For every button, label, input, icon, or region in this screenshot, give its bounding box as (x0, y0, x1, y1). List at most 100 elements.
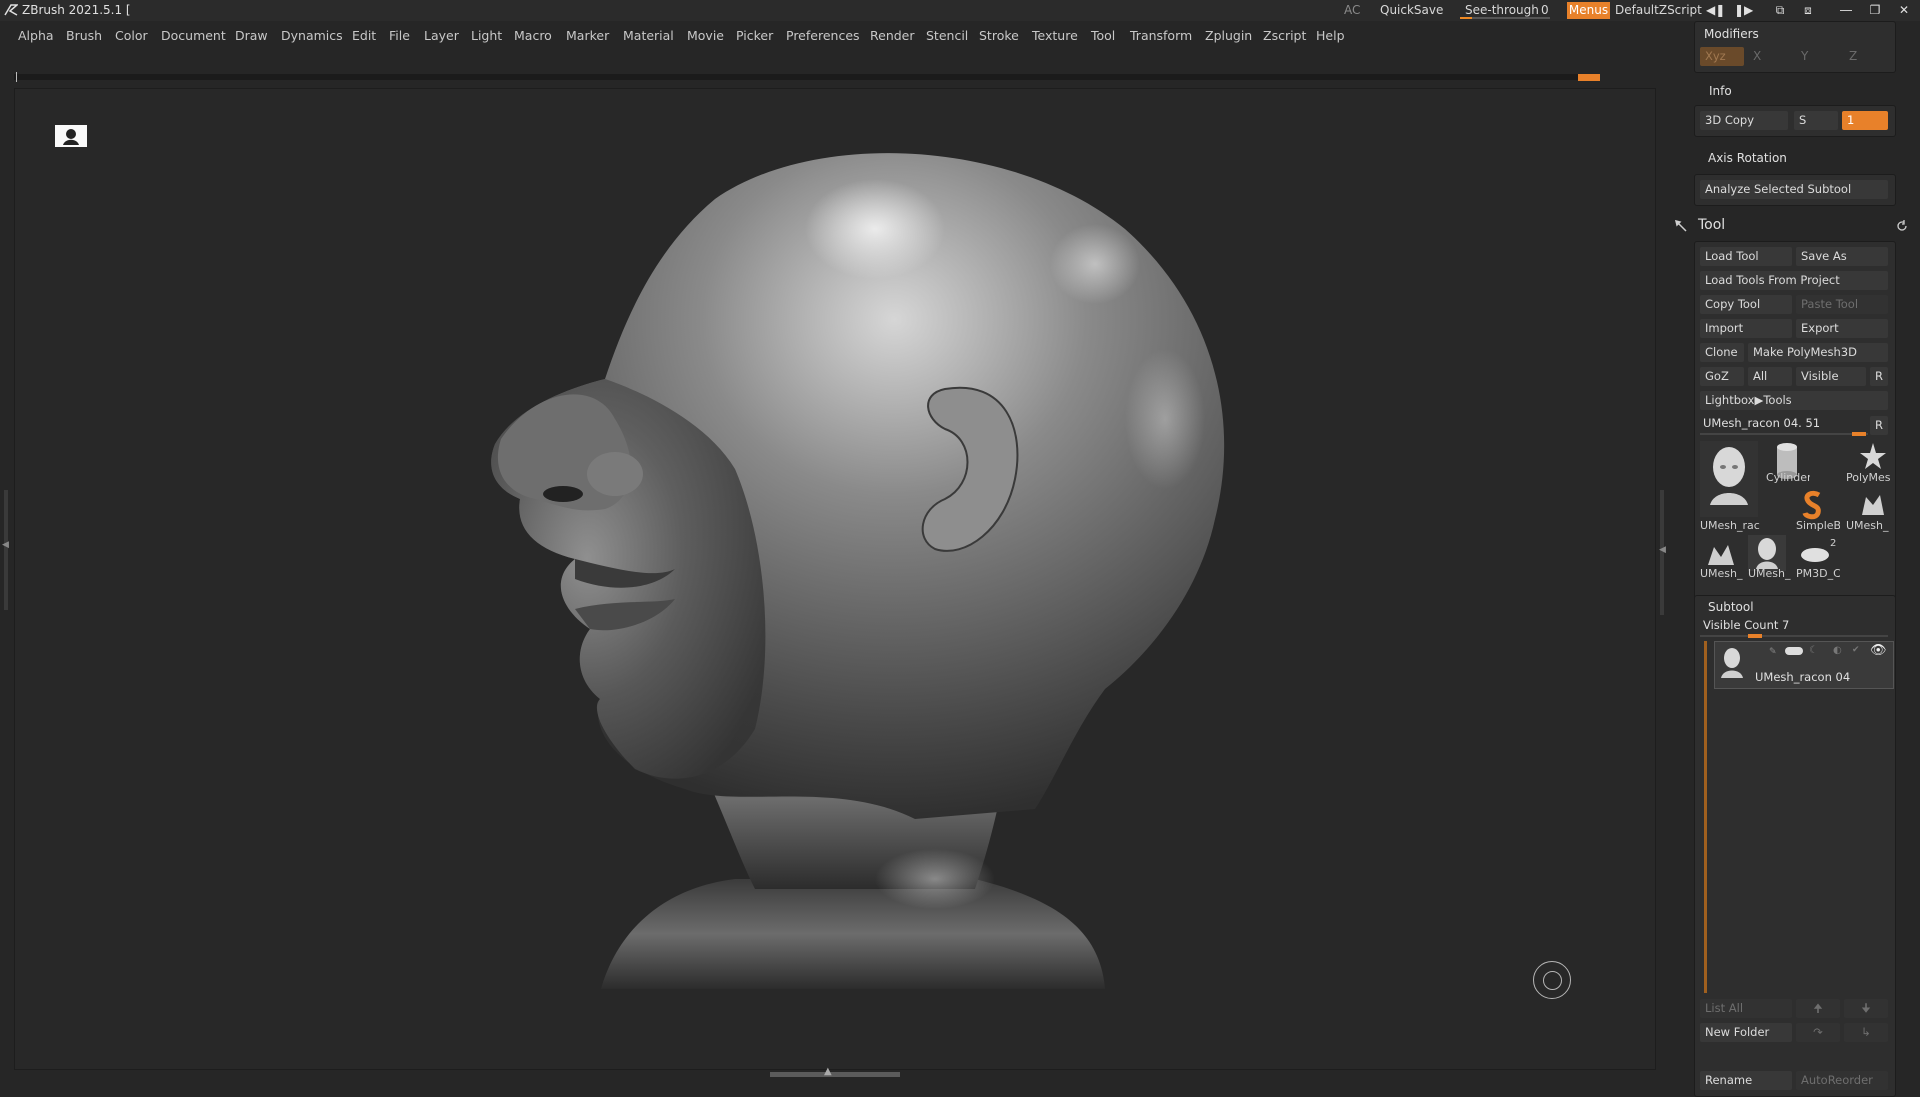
move-up-icon[interactable]: 🠉 (1796, 999, 1840, 1018)
import-button[interactable]: Import (1700, 319, 1792, 338)
menu-picker[interactable]: Picker (736, 28, 773, 43)
tool-slider-knob[interactable] (1852, 432, 1866, 436)
tool-thumb-umesh-c[interactable] (1748, 535, 1786, 571)
copy-tool-button[interactable]: Copy Tool (1700, 295, 1792, 314)
tool-title[interactable]: Tool (1698, 217, 1725, 233)
new-folder-button[interactable]: New Folder (1700, 1023, 1792, 1042)
subtool-pen-icon[interactable]: ✎ (1769, 647, 1777, 657)
perspective-camera-icon[interactable] (55, 125, 87, 147)
menu-draw[interactable]: Draw (235, 28, 268, 43)
goz-visible-button[interactable]: Visible (1796, 367, 1866, 386)
navigation-gizmo-icon[interactable] (1533, 961, 1571, 999)
goz-all-button[interactable]: All (1748, 367, 1792, 386)
document-canvas[interactable] (14, 88, 1656, 1070)
menu-dynamics[interactable]: Dynamics (281, 28, 343, 43)
ac-button[interactable]: AC (1344, 3, 1360, 17)
folder-out-icon[interactable]: ↳ (1844, 1023, 1888, 1042)
menus-button[interactable]: Menus (1567, 2, 1610, 19)
timeline-track[interactable] (14, 74, 1600, 80)
menu-layer[interactable]: Layer (424, 28, 459, 43)
subtool-brush-icon[interactable]: ✔ (1852, 645, 1860, 655)
bottom-tray-arrow-icon[interactable]: ▲ (824, 1066, 832, 1077)
umesh-thumbnail-icon-b[interactable] (1704, 539, 1738, 569)
subtool-scrollbar[interactable] (1704, 641, 1707, 993)
see-through-slider[interactable] (1460, 17, 1550, 19)
subtool-eye-icon[interactable]: 👁 (1870, 643, 1887, 658)
current-tool-label[interactable]: UMesh_racon 04. 51 (1703, 416, 1820, 430)
3d-copy-value-field[interactable]: 1 (1842, 111, 1888, 130)
goz-button[interactable]: GoZ (1700, 367, 1744, 386)
menu-stencil[interactable]: Stencil (926, 28, 968, 43)
x-toggle[interactable]: X (1753, 49, 1761, 63)
z-toggle[interactable]: Z (1849, 49, 1857, 63)
menu-movie[interactable]: Movie (687, 28, 724, 43)
left-tray-arrow-icon[interactable]: ◀ (2, 540, 9, 550)
autoreorder-button[interactable]: AutoReorder (1796, 1071, 1888, 1090)
tool-r-button[interactable]: R (1870, 416, 1888, 435)
export-button[interactable]: Export (1796, 319, 1888, 338)
minimize-icon[interactable]: ― (1838, 3, 1854, 17)
see-through-label[interactable]: See-through (1465, 3, 1539, 17)
load-tools-from-project-button[interactable]: Load Tools From Project (1700, 271, 1888, 290)
bottom-tray-handle[interactable] (770, 1072, 900, 1077)
left-tray-handle[interactable] (4, 490, 8, 610)
menu-preferences[interactable]: Preferences (786, 28, 860, 43)
make-polymesh3d-button[interactable]: Make PolyMesh3D (1748, 343, 1888, 362)
right-tray-arrow-icon[interactable]: ◀ (1659, 545, 1666, 555)
menu-tool[interactable]: Tool (1091, 28, 1115, 43)
menu-edit[interactable]: Edit (352, 28, 376, 43)
menu-alpha[interactable]: Alpha (18, 28, 54, 43)
3d-copy-s-button[interactable]: S (1794, 111, 1838, 130)
window-swap-icon[interactable]: ⧈ (1800, 3, 1816, 17)
clone-button[interactable]: Clone (1700, 343, 1744, 362)
rename-button[interactable]: Rename (1700, 1071, 1792, 1090)
restore-icon[interactable]: ❐ (1867, 3, 1883, 17)
menu-material[interactable]: Material (623, 28, 674, 43)
layout-left-icon[interactable]: ◀❚ (1706, 3, 1725, 17)
3d-copy-button[interactable]: 3D Copy (1700, 111, 1788, 130)
list-all-button[interactable]: List All (1700, 999, 1792, 1018)
menu-macro[interactable]: Macro (514, 28, 552, 43)
save-as-button[interactable]: Save As (1796, 247, 1888, 266)
tool-thumb-main[interactable] (1700, 441, 1758, 517)
timeline-marker[interactable] (1578, 74, 1600, 81)
menu-help[interactable]: Help (1316, 28, 1345, 43)
menu-light[interactable]: Light (471, 28, 502, 43)
menu-render[interactable]: Render (870, 28, 915, 43)
refresh-icon[interactable] (1896, 220, 1908, 232)
analyze-subtool-button[interactable]: Analyze Selected Subtool (1700, 180, 1888, 199)
axis-rotation-label[interactable]: Axis Rotation (1708, 151, 1787, 165)
subtool-polyframe-icon[interactable]: ◐ (1833, 645, 1842, 656)
menu-transform[interactable]: Transform (1130, 28, 1192, 43)
menu-file[interactable]: File (389, 28, 410, 43)
menu-marker[interactable]: Marker (566, 28, 609, 43)
visible-count-slider[interactable] (1700, 634, 1888, 638)
visible-count-knob[interactable] (1748, 634, 1762, 638)
umesh-thumbnail-icon-a[interactable] (1858, 489, 1888, 519)
lightbox-tools-button[interactable]: Lightbox▶Tools (1700, 391, 1888, 410)
xyz-button[interactable]: Xyz (1700, 47, 1744, 66)
subtool-title[interactable]: Subtool (1708, 600, 1754, 614)
window-arrange-icon[interactable]: ⧉ (1772, 3, 1788, 17)
subtool-item[interactable]: ✎ ☾ ◐ ✔ 👁 UMesh_racon 04 (1714, 641, 1894, 689)
default-zscript-button[interactable]: DefaultZScript (1615, 3, 1702, 17)
menu-brush[interactable]: Brush (66, 28, 102, 43)
menu-color[interactable]: Color (115, 28, 148, 43)
visible-count-label[interactable]: Visible Count 7 (1703, 618, 1789, 632)
quicksave-button[interactable]: QuickSave (1380, 3, 1443, 17)
folder-in-icon[interactable]: ↷ (1796, 1023, 1840, 1042)
tool-slider[interactable] (1700, 432, 1868, 436)
load-tool-button[interactable]: Load Tool (1700, 247, 1792, 266)
layout-right-icon[interactable]: ❚▶ (1734, 3, 1753, 17)
menu-texture[interactable]: Texture (1032, 28, 1078, 43)
polymesh-star-icon[interactable] (1858, 441, 1888, 471)
simplebrush-s-icon[interactable] (1798, 489, 1828, 521)
menu-zscript[interactable]: Zscript (1263, 28, 1306, 43)
menu-document[interactable]: Document (161, 28, 226, 43)
goz-r-button[interactable]: R (1870, 367, 1888, 386)
menu-zplugin[interactable]: Zplugin (1205, 28, 1252, 43)
move-down-icon[interactable]: 🠋 (1844, 999, 1888, 1018)
info-label[interactable]: Info (1709, 84, 1732, 98)
menu-stroke[interactable]: Stroke (979, 28, 1019, 43)
paste-tool-button[interactable]: Paste Tool (1796, 295, 1888, 314)
